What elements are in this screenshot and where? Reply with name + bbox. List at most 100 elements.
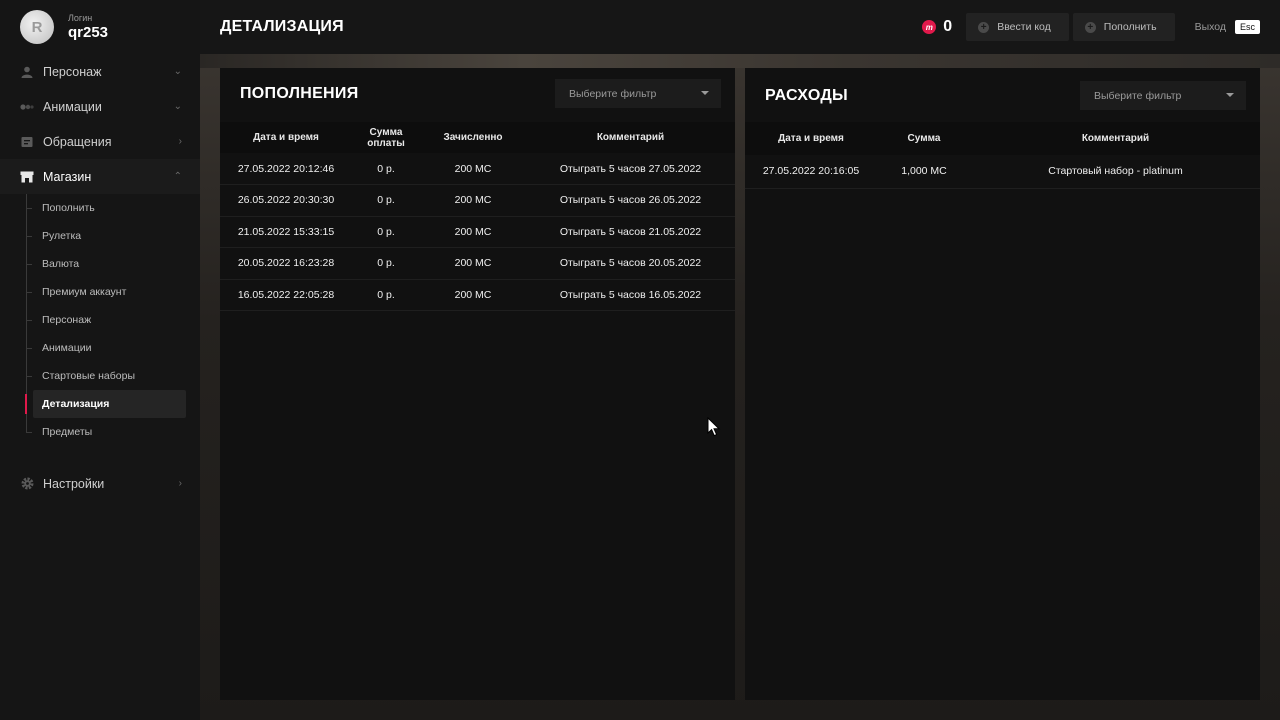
- top-up-button[interactable]: + Пополнить: [1072, 13, 1175, 41]
- cell-comment: Отыграть 5 часов 26.05.2022: [526, 184, 735, 217]
- profile-info: Логин qr253: [68, 13, 108, 41]
- submenu-tick: [26, 208, 32, 209]
- cell-datetime: 26.05.2022 20:30:30: [220, 184, 352, 217]
- submenu-item-topup[interactable]: Пополнить: [26, 194, 186, 222]
- cell-payment: 0 р.: [352, 153, 420, 185]
- cell-credited: 200 MC: [420, 184, 526, 217]
- cell-payment: 0 р.: [352, 216, 420, 248]
- expenses-table: Дата и время Сумма Комментарий 27.05.202…: [745, 122, 1260, 189]
- cell-payment: 0 р.: [352, 247, 420, 280]
- column-header[interactable]: Сумма: [877, 122, 971, 155]
- table-row: 16.05.2022 22:05:28 0 р. 200 MC Отыграть…: [220, 279, 735, 311]
- submenu-label: Валюта: [42, 258, 80, 270]
- sidebar-item-settings[interactable]: Настройки ›: [0, 466, 200, 501]
- cell-comment: Отыграть 5 часов 20.05.2022: [526, 247, 735, 280]
- chevron-right-icon: ›: [178, 136, 182, 147]
- sidebar-item-label: Обращения: [43, 134, 112, 149]
- cell-datetime: 27.05.2022 20:16:05: [745, 155, 877, 189]
- login-value: qr253: [68, 24, 109, 41]
- submenu-label: Предметы: [42, 426, 93, 438]
- cell-payment: 0 р.: [352, 184, 420, 217]
- submenu-tick: [26, 432, 32, 433]
- sidebar-item-character[interactable]: Персонаж ⌄: [0, 54, 200, 89]
- chevron-down-icon: ⌄: [173, 66, 182, 77]
- filter-placeholder: Выберите фильтр: [1094, 89, 1182, 102]
- submenu-tick: [26, 264, 32, 265]
- sidebar-item-label: Настройки: [43, 476, 105, 491]
- sidebar-item-tickets[interactable]: Обращения ›: [0, 124, 200, 159]
- submenu-item-character[interactable]: Персонаж: [26, 306, 186, 334]
- table-row: 27.05.2022 20:12:46 0 р. 200 MC Отыграть…: [220, 153, 735, 185]
- deposits-title: ПОПОЛНЕНИЯ: [240, 85, 359, 102]
- balance-value: 0: [943, 18, 953, 35]
- sidebar-item-animations[interactable]: Анимации ⌄: [0, 89, 200, 124]
- submenu-label: Рулетка: [42, 230, 82, 242]
- profile[interactable]: R Логин qr253: [0, 0, 200, 54]
- submenu-tick: [26, 236, 32, 237]
- submenu-label: Детализация: [42, 398, 110, 410]
- cell-credited: 200 MC: [420, 279, 526, 311]
- submenu-item-roulette[interactable]: Рулетка: [26, 222, 186, 250]
- plus-icon: +: [978, 21, 990, 33]
- active-indicator: [25, 394, 27, 414]
- chevron-down-icon: ⌄: [173, 101, 182, 112]
- cell-datetime: 20.05.2022 16:23:28: [220, 247, 352, 280]
- column-header[interactable]: Зачисленно: [420, 122, 526, 153]
- exit-label[interactable]: Выход: [1195, 21, 1226, 33]
- submenu-tick: [26, 292, 32, 293]
- shop-submenu: Пополнить Рулетка Валюта Премиум аккаунт…: [0, 194, 200, 446]
- gear-icon: [20, 477, 34, 491]
- chevron-right-icon: ›: [178, 478, 182, 489]
- column-header[interactable]: Дата и время: [220, 122, 352, 153]
- table-header-row: Дата и время Сумма Комментарий: [745, 122, 1260, 155]
- top-up-label: Пополнить: [1103, 21, 1157, 33]
- sidebar-item-label: Анимации: [43, 99, 102, 114]
- column-header[interactable]: Комментарий: [971, 122, 1260, 155]
- cell-comment: Отыграть 5 часов 27.05.2022: [526, 153, 735, 185]
- cell-credited: 200 MC: [420, 216, 526, 248]
- dropdown-arrow-icon: [1226, 93, 1234, 97]
- cell-comment: Отыграть 5 часов 16.05.2022: [526, 279, 735, 311]
- enter-code-button[interactable]: + Ввести код: [966, 13, 1069, 41]
- cell-comment: Отыграть 5 часов 21.05.2022: [526, 216, 735, 248]
- table-row: 20.05.2022 16:23:28 0 р. 200 MC Отыграть…: [220, 247, 735, 280]
- plus-icon: +: [1084, 21, 1096, 33]
- dropdown-arrow-icon: [701, 91, 709, 95]
- sidebar-item-shop[interactable]: Магазин ⌃: [0, 159, 200, 194]
- cell-payment: 0 р.: [352, 279, 420, 311]
- submenu-item-premium[interactable]: Премиум аккаунт: [26, 278, 186, 306]
- store-icon: [20, 170, 34, 184]
- submenu-item-items[interactable]: Предметы: [26, 418, 186, 446]
- expenses-filter-dropdown[interactable]: Выберите фильтр: [1080, 81, 1246, 110]
- submenu-item-animations[interactable]: Анимации: [26, 334, 186, 362]
- submenu-label: Премиум аккаунт: [42, 286, 127, 298]
- deposits-filter-dropdown[interactable]: Выберите фильтр: [555, 79, 721, 108]
- header: ДЕТАЛИЗАЦИЯ m 0 + Ввести код + Пополнить…: [200, 0, 1280, 54]
- submenu-tick: [26, 348, 32, 349]
- enter-code-label: Ввести код: [997, 21, 1051, 33]
- column-header[interactable]: Сумма оплаты: [352, 122, 420, 153]
- expenses-title: РАСХОДЫ: [765, 87, 849, 104]
- page-title: ДЕТАЛИЗАЦИЯ: [220, 18, 344, 35]
- sidebar-item-label: Персонаж: [43, 64, 102, 79]
- submenu-label: Пополнить: [42, 202, 95, 214]
- deposits-table: Дата и время Сумма оплаты Зачисленно Ком…: [220, 122, 735, 311]
- column-header[interactable]: Комментарий: [526, 122, 735, 153]
- submenu-item-currency[interactable]: Валюта: [26, 250, 186, 278]
- submenu-item-starter-packs[interactable]: Стартовые наборы: [26, 362, 186, 390]
- deposits-panel: ПОПОЛНЕНИЯ Выберите фильтр Дата и время …: [220, 68, 735, 700]
- column-header[interactable]: Дата и время: [745, 122, 877, 155]
- sidebar-nav: Персонаж ⌄ Анимации ⌄ Обращения › Магази…: [0, 54, 200, 501]
- submenu-label: Анимации: [42, 342, 92, 354]
- sidebar: R Логин qr253 Персонаж ⌄ Анимации ⌄ Обра…: [0, 0, 200, 720]
- cell-credited: 200 MC: [420, 153, 526, 185]
- filter-placeholder: Выберите фильтр: [569, 87, 657, 100]
- table-row: 27.05.2022 20:16:05 1,000 MC Стартовый н…: [745, 155, 1260, 189]
- submenu-item-details[interactable]: Детализация: [25, 390, 186, 418]
- cell-amount: 1,000 MC: [877, 155, 971, 189]
- ticket-icon: [20, 135, 34, 149]
- expenses-panel-header: РАСХОДЫ Выберите фильтр: [745, 68, 1260, 122]
- background-strip: [200, 54, 1280, 68]
- esc-key-badge[interactable]: Esc: [1234, 20, 1260, 34]
- person-icon: [20, 65, 34, 79]
